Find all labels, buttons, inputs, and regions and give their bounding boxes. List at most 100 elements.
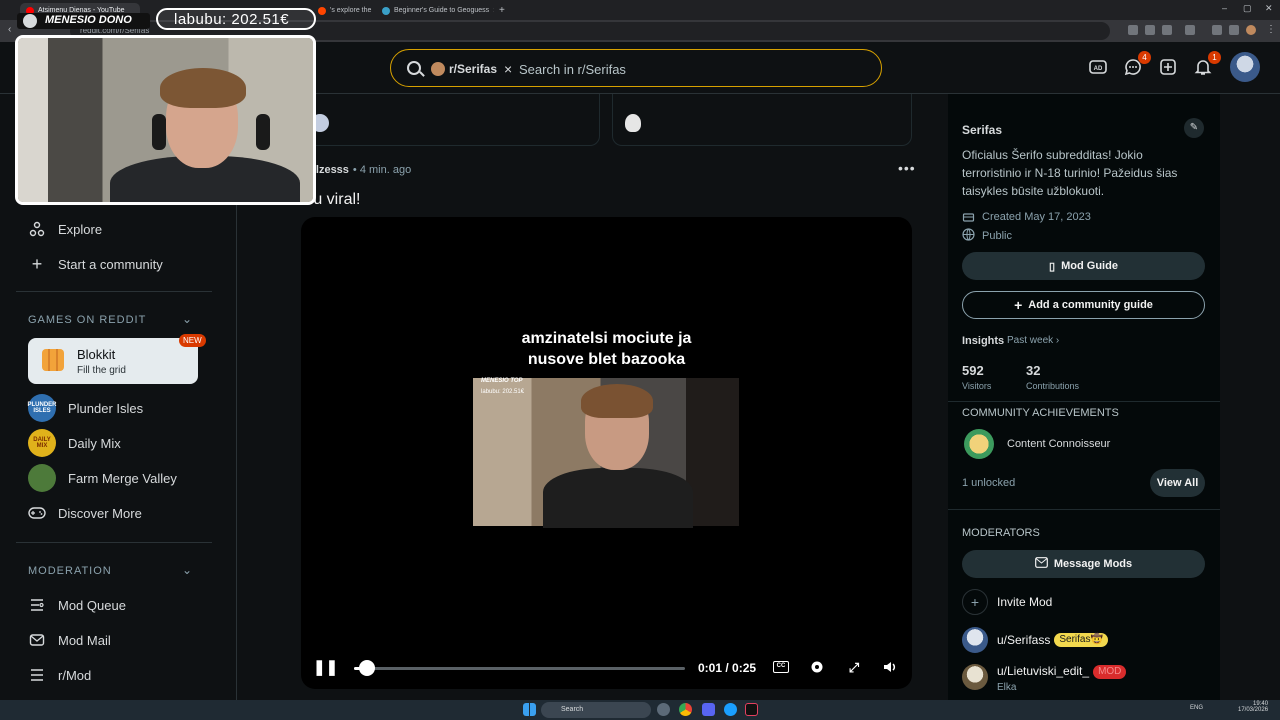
video-overlay-donation: labubu: 202.51€ <box>481 389 525 395</box>
nav-mod-queue[interactable]: Mod Queue <box>28 590 126 620</box>
nav-mod-mail[interactable]: Mod Mail <box>28 625 111 655</box>
headset-image <box>152 114 166 150</box>
game-label: Farm Merge Valley <box>68 470 177 486</box>
nav-label: Mod Mail <box>58 632 111 648</box>
nav-explore[interactable]: Explore <box>28 214 102 244</box>
caption-line: amzinatelsi mociute ja <box>521 330 692 347</box>
bookmark-icon[interactable] <box>1162 25 1172 35</box>
menu-icon[interactable]: ⋮ <box>1266 24 1276 35</box>
settings-gear-icon[interactable] <box>808 659 826 677</box>
mod-guide-button[interactable]: ▯ Mod Guide <box>962 252 1205 280</box>
moderator-name: u/Lietuviski_edit_ MOD Elka <box>997 664 1127 695</box>
moderator-row[interactable]: u/Lietuviski_edit_ MOD Elka <box>962 664 1127 695</box>
chevron-down-icon[interactable]: ⌄ <box>182 312 192 326</box>
games-section-header[interactable]: GAMES ON REDDIT <box>28 314 146 326</box>
video-frame: MENESIO TOP labubu: 202.51€ <box>473 378 739 528</box>
profile-avatar[interactable] <box>1246 25 1256 35</box>
new-badge: NEW <box>179 334 206 347</box>
game-blokkit[interactable]: Blokkit Fill the grid NEW <box>28 334 206 384</box>
taskbar-search[interactable]: Search <box>541 702 651 718</box>
close-tab-icon[interactable]: × <box>493 6 494 15</box>
webcam-overlay <box>15 35 316 205</box>
extensions-icon[interactable] <box>1185 25 1195 35</box>
mod-queue-icon <box>28 596 46 614</box>
mail-icon <box>1034 557 1048 571</box>
close-window-icon[interactable]: ✕ <box>1265 3 1273 14</box>
nav-discover-more[interactable]: Discover More <box>28 498 142 528</box>
discord-icon[interactable] <box>702 703 715 716</box>
chip-label: r/Serifas <box>449 62 498 76</box>
video-time: 0:01 / 0:25 <box>698 661 757 675</box>
reddit-favicon-icon <box>318 6 326 15</box>
invite-mod-label: Invite Mod <box>997 595 1053 609</box>
volume-icon[interactable] <box>881 659 899 677</box>
achievement-name[interactable]: Content Connoisseur <box>1007 438 1110 450</box>
sidebar-icon[interactable] <box>1229 25 1239 35</box>
fullscreen-icon[interactable]: ⤢ <box>845 659 863 677</box>
progress-handle[interactable] <box>359 660 376 676</box>
duration: 0:25 <box>732 661 757 675</box>
notification-bell-icon[interactable]: 1 <box>1193 51 1221 77</box>
windows-taskbar: Search ENG 19:40 17/03/2026 <box>0 700 1280 720</box>
post-card-prev[interactable] <box>300 94 600 146</box>
mod-mail-icon <box>28 631 46 649</box>
period-label: Past week <box>1007 335 1054 346</box>
user-flair: MOD <box>1093 664 1127 679</box>
add-community-guide-button[interactable]: + Add a community guide <box>962 291 1205 319</box>
post-card-prev[interactable] <box>612 94 912 146</box>
taskbar-clock[interactable]: 19:40 17/03/2026 <box>1238 701 1268 713</box>
cast-icon[interactable] <box>1145 25 1155 35</box>
taskview-icon[interactable] <box>657 703 670 716</box>
taskbar-lang[interactable]: ENG <box>1190 705 1203 711</box>
zoom-icon[interactable] <box>1128 25 1138 35</box>
game-plunder-isles[interactable]: PLUNDER ISLES Plunder Isles <box>28 393 143 423</box>
advertise-icon[interactable]: AD <box>1088 57 1108 77</box>
user-avatar[interactable] <box>1230 52 1260 82</box>
taskbar-search-label: Search <box>561 706 584 713</box>
streamer-label: MENESIO DONO <box>17 13 150 29</box>
insights-period[interactable]: Past week › <box>1007 335 1059 346</box>
chat-icon[interactable]: 4 <box>1123 51 1151 77</box>
achievements-header: COMMUNITY ACHIEVEMENTS <box>962 407 1119 419</box>
create-post-icon[interactable] <box>1158 57 1178 77</box>
moderation-section-header[interactable]: MODERATION <box>28 565 112 577</box>
remove-chip-icon[interactable]: × <box>504 61 512 77</box>
download-icon[interactable] <box>1212 25 1222 35</box>
moderator-avatar <box>962 627 988 653</box>
game-daily-mix[interactable]: DAILY MIX Daily Mix <box>28 428 121 458</box>
community-description: Oficialus Šerifo subredditas! Jokio terr… <box>962 148 1178 198</box>
more-options-icon[interactable]: ••• <box>898 160 916 176</box>
nav-label: Explore <box>58 221 103 237</box>
divider <box>948 401 1220 402</box>
search-input[interactable] <box>519 59 859 79</box>
donation-counter: labubu: 202.51€ <box>156 8 316 30</box>
edit-pencil-icon[interactable]: ✎ <box>1184 118 1204 138</box>
moderator-row[interactable]: u/Serifass Serifas🤠 <box>962 627 1108 653</box>
moderators-header: MODERATORS <box>962 527 1040 539</box>
back-icon[interactable]: ‹ <box>8 24 11 35</box>
tiktok-icon[interactable] <box>745 703 758 716</box>
invite-mod-row[interactable]: + Invite Mod <box>962 589 1052 615</box>
nav-start-community[interactable]: + Start a community <box>28 249 163 279</box>
maximize-icon[interactable]: ▢ <box>1243 3 1252 14</box>
new-tab-button[interactable]: + <box>496 3 510 18</box>
community-search-chip[interactable]: r/Serifas × <box>431 57 512 81</box>
captions-icon[interactable]: CC <box>773 661 789 673</box>
video-caption: amzinatelsi mociute ja nusove blet bazoo… <box>301 328 912 370</box>
plus-icon: + <box>962 589 988 615</box>
view-all-button[interactable]: View All <box>1150 469 1205 497</box>
search-bar[interactable]: r/Serifas × <box>390 49 882 87</box>
message-mods-button[interactable]: Message Mods <box>962 550 1205 578</box>
game-farm-merge-valley[interactable]: Farm Merge Valley <box>28 463 177 493</box>
browser-tab-reddit[interactable]: 's explore the <box>312 3 374 18</box>
pause-icon[interactable]: ❚❚ <box>313 659 338 677</box>
nav-r-mod[interactable]: r/Mod <box>28 660 91 690</box>
browser-tab-geoguessr[interactable]: Beginner's Guide to Geoguess × <box>376 3 494 18</box>
chrome-icon[interactable] <box>679 703 692 716</box>
chevron-down-icon[interactable]: ⌄ <box>182 563 192 577</box>
video-progress-bar[interactable] <box>354 660 685 676</box>
video-player[interactable]: amzinatelsi mociute ja nusove blet bazoo… <box>301 217 912 689</box>
steam-icon[interactable] <box>724 703 737 716</box>
windows-start-icon[interactable] <box>523 703 536 716</box>
minimize-icon[interactable]: – <box>1222 3 1227 13</box>
